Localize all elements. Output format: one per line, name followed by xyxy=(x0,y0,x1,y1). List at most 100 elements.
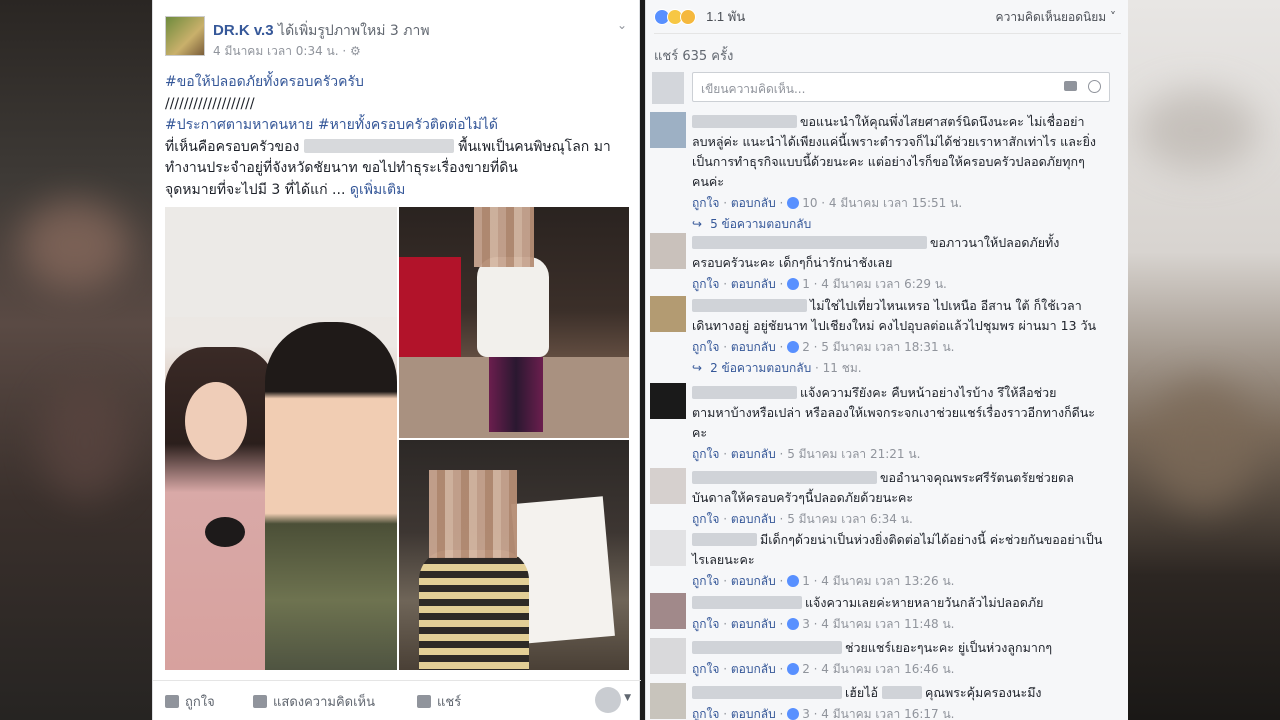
like-button[interactable]: ถูกใจ xyxy=(165,691,215,712)
commenter-name[interactable] xyxy=(692,596,802,609)
audience-icon[interactable]: · ⚙ xyxy=(342,44,360,58)
commenter-name[interactable] xyxy=(692,641,842,654)
see-more-link[interactable]: ดูเพิ่มเติม xyxy=(350,182,405,198)
view-replies-link[interactable]: ↪ 2 ข้อความตอบกลับ · 11 ชม. xyxy=(692,358,1112,378)
comment-like-link[interactable]: ถูกใจ xyxy=(692,196,719,210)
share-count[interactable]: แชร์ 635 ครั้ง xyxy=(654,45,733,66)
censor-blur xyxy=(429,470,517,558)
comment-timestamp[interactable]: 5 มีนาคม เวลา 21:21 น. xyxy=(787,447,920,461)
commenter-name[interactable] xyxy=(692,686,842,699)
commenter-avatar[interactable] xyxy=(650,112,686,148)
commenter-avatar[interactable] xyxy=(650,383,686,419)
comment-reply-link[interactable]: ตอบกลับ xyxy=(731,574,776,588)
comment-reply-link[interactable]: ตอบกลับ xyxy=(731,707,776,720)
reaction-summary[interactable]: 1.1 พัน xyxy=(654,6,745,26)
comment-timestamp[interactable]: 4 มีนาคม เวลา 15:51 น. xyxy=(829,196,962,210)
comment-timestamp[interactable]: 4 มีนาคม เวลา 6:29 น. xyxy=(821,277,947,291)
comment-reply-link[interactable]: ตอบกลับ xyxy=(731,617,776,631)
photo-wall xyxy=(165,207,397,317)
comment-like-link[interactable]: ถูกใจ xyxy=(692,447,719,461)
comment-actions: ถูกใจ · ตอบกลับ · 10 · 4 มีนาคม เวลา 15:… xyxy=(692,196,963,210)
share-label: แชร์ xyxy=(437,694,462,709)
author-avatar[interactable] xyxy=(165,16,205,56)
comment-like-link[interactable]: ถูกใจ xyxy=(692,574,719,588)
commenter-avatar[interactable] xyxy=(650,296,686,332)
comment-like-link[interactable]: ถูกใจ xyxy=(692,662,719,676)
photo-face xyxy=(185,382,247,460)
comment-button[interactable]: แสดงความคิดเห็น xyxy=(253,691,375,712)
camera-icon[interactable] xyxy=(1064,81,1077,91)
commenter-name[interactable] xyxy=(692,386,797,399)
comment-timestamp[interactable]: 4 มีนาคม เวลา 16:46 น. xyxy=(821,662,954,676)
comment-input[interactable]: เขียนความคิดเห็น... xyxy=(692,72,1110,102)
commenter-avatar[interactable] xyxy=(650,638,686,674)
commenter-name[interactable] xyxy=(692,533,757,546)
background-right xyxy=(1128,0,1280,720)
hashtag-link[interactable]: #หายทั้งครอบครัวติดต่อไม่ได้ xyxy=(318,117,498,133)
comment-actions: ถูกใจ · ตอบกลับ · 5 มีนาคม เวลา 6:34 น. xyxy=(692,512,913,526)
commenter-name[interactable] xyxy=(692,236,927,249)
post-photo-child-1[interactable] xyxy=(399,207,629,438)
commenter-avatar[interactable] xyxy=(650,683,686,719)
comment-reply-link[interactable]: ตอบกลับ xyxy=(731,447,776,461)
comment-timestamp[interactable]: 5 มีนาคม เวลา 6:34 น. xyxy=(787,512,913,526)
emoji-icon[interactable] xyxy=(1088,80,1101,93)
comment-timestamp[interactable]: 4 มีนาคม เวลา 11:48 น. xyxy=(821,617,954,631)
comment-text: แจ้งความเลยค่ะหายหลายวันกลัวไม่ปลอดภัย xyxy=(805,595,1044,610)
comment-text: ไม่ใช่ไปเที่ยวไหนเหรอ ไปเหนือ อีสาน ใต้ … xyxy=(810,298,1082,313)
comment-timestamp[interactable]: 4 มีนาคม เวลา 16:17 น. xyxy=(821,707,954,720)
commenter-avatar[interactable] xyxy=(650,468,686,504)
comment-reply-link[interactable]: ตอบกลับ xyxy=(731,340,776,354)
comment-like-count[interactable]: 10 xyxy=(787,196,817,210)
comment-like-count[interactable]: 2 xyxy=(787,662,810,676)
comment-timestamp[interactable]: 5 มีนาคม เวลา 18:31 น. xyxy=(821,340,954,354)
comment-timestamp[interactable]: 4 มีนาคม เวลา 13:26 น. xyxy=(821,574,954,588)
comment-like-count[interactable]: 2 xyxy=(787,340,810,354)
comment-like-count[interactable]: 3 xyxy=(787,707,810,720)
comment-label: แสดงความคิดเห็น xyxy=(273,694,376,709)
post-body-text: ทำงานประจำอยู่ที่จังหวัดชัยนาท ขอไปทำธุร… xyxy=(165,160,518,176)
share-button[interactable]: แชร์ xyxy=(417,691,461,712)
reply-timestamp: 11 ชม. xyxy=(822,361,862,375)
comment-like-link[interactable]: ถูกใจ xyxy=(692,340,719,354)
post-body-text: จุดหมายที่จะไปมี 3 ที่ได้แก่ ... xyxy=(165,181,346,198)
comment-like-link[interactable]: ถูกใจ xyxy=(692,277,719,291)
reaction-count: 1.1 พัน xyxy=(706,9,746,24)
post-options-chevron-icon[interactable]: ⌄ xyxy=(617,18,627,32)
hashtag-link[interactable]: #ขอให้ปลอดภัยทั้งครอบครัวครับ xyxy=(165,74,364,90)
caret-down-icon[interactable]: ▼ xyxy=(624,693,631,703)
post-photo-child-2[interactable] xyxy=(399,440,629,670)
comment-like-count[interactable]: 3 xyxy=(787,617,810,631)
commenter-avatar[interactable] xyxy=(650,233,686,269)
comment-reply-link[interactable]: ตอบกลับ xyxy=(731,196,776,210)
comment-like-link[interactable]: ถูกใจ xyxy=(692,512,719,526)
comment-like-link[interactable]: ถูกใจ xyxy=(692,617,719,631)
comment-sort-dropdown[interactable]: ความคิดเห็นยอดนิยม ˅ xyxy=(996,8,1116,27)
comment-reply-link[interactable]: ตอบกลับ xyxy=(731,662,776,676)
commenter-name[interactable] xyxy=(692,299,807,312)
post-action-bar: ถูกใจ แสดงความคิดเห็น แชร์ ▼ xyxy=(153,680,641,720)
like-label: ถูกใจ xyxy=(185,694,215,709)
commenter-name[interactable] xyxy=(692,471,877,484)
post-header: DR.K v.3 ได้เพิ่มรูปภาพใหม่ 3 ภาพ 4 มีนา… xyxy=(165,12,629,60)
comment-actions: ถูกใจ · ตอบกลับ · 2 · 4 มีนาคม เวลา 16:4… xyxy=(692,662,955,676)
commenter-avatar[interactable] xyxy=(650,593,686,629)
post-action: ได้เพิ่มรูปภาพใหม่ 3 ภาพ xyxy=(278,23,430,39)
post-timestamp[interactable]: 4 มีนาคม เวลา 0:34 น. xyxy=(213,44,339,58)
comment-like-count[interactable]: 1 xyxy=(787,277,810,291)
comment-body: ขอภาวนาให้ปลอดภัยทั้ง ครอบครัวนะคะ เด็กๆ… xyxy=(692,233,1112,295)
comment-reply-link[interactable]: ตอบกลับ xyxy=(731,277,776,291)
comment-reply-link[interactable]: ตอบกลับ xyxy=(731,512,776,526)
post-photo-selfie[interactable] xyxy=(165,207,397,670)
audience-avatar[interactable] xyxy=(595,687,621,713)
like-count-value: 1 xyxy=(802,277,810,291)
comment-like-count[interactable]: 1 xyxy=(787,574,810,588)
post-meta: 4 มีนาคม เวลา 0:34 น. · ⚙ xyxy=(213,42,361,61)
view-replies-link[interactable]: ↪ 5 ข้อความตอบกลับ xyxy=(692,214,1112,234)
comment-text: คะ xyxy=(692,425,708,440)
commenter-avatar[interactable] xyxy=(650,530,686,566)
commenter-name[interactable] xyxy=(692,115,797,128)
comment-like-link[interactable]: ถูกใจ xyxy=(692,707,719,720)
hashtag-link[interactable]: #ประกาศตามหาคนหาย xyxy=(165,117,313,133)
author-name[interactable]: DR.K v.3 xyxy=(213,22,274,39)
